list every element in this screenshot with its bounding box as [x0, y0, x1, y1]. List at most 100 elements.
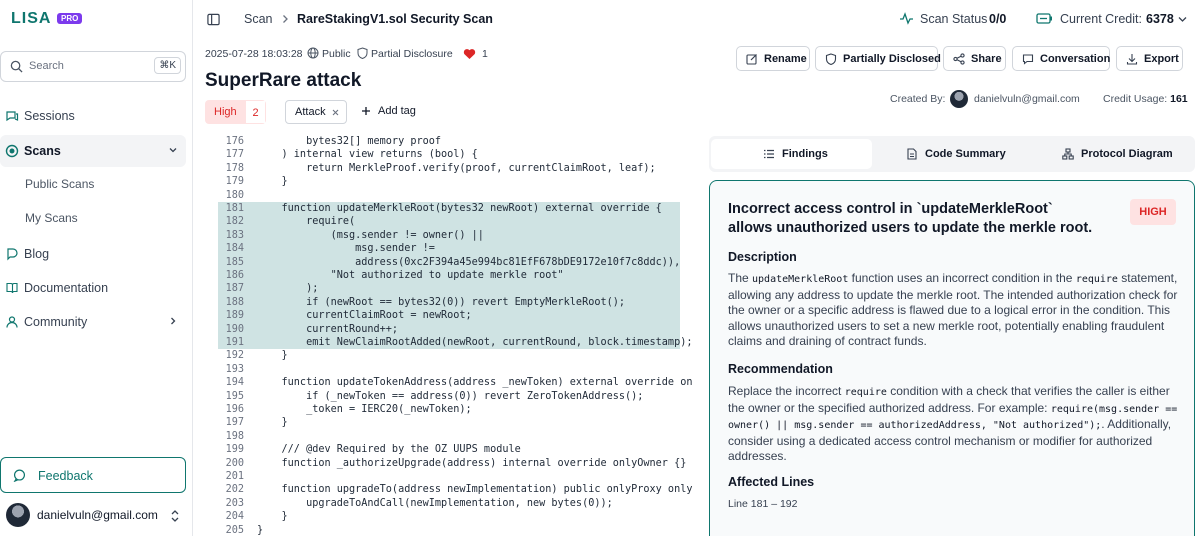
- search-icon: [10, 60, 23, 73]
- line-source: }: [257, 417, 288, 429]
- line-source: function updateTokenAddress(address _new…: [257, 377, 693, 389]
- scan-disclosure: Partial Disclosure: [371, 48, 453, 60]
- sidebar-item-documentation[interactable]: Documentation: [0, 272, 186, 304]
- sidebar-item-scans[interactable]: Scans: [0, 135, 186, 167]
- user-menu[interactable]: danielvuln@gmail.com: [0, 500, 190, 532]
- code-line: 181 function updateMerkleRoot(bytes32 ne…: [218, 202, 680, 216]
- line-source: currentClaimRoot = newRoot;: [257, 310, 472, 322]
- sidebar: LISA PRO Search ⌘K Sessions Scans Public…: [0, 0, 193, 536]
- line-number: 191: [225, 337, 244, 348]
- tab-protocol-diagram[interactable]: Protocol Diagram: [1033, 139, 1193, 169]
- chevron-right-icon[interactable]: [168, 316, 178, 326]
- line-number: 192: [225, 350, 244, 362]
- severity-label: High: [205, 100, 245, 124]
- code-viewer[interactable]: 176 bytes32[] memory proof 177 ) internal…: [218, 133, 693, 536]
- severity-filter[interactable]: High 2: [205, 100, 266, 124]
- code-line: 183 (msg.sender != owner() ||: [218, 228, 680, 243]
- description-mid: function uses an incorrect condition in …: [848, 271, 1076, 285]
- sessions-icon: [6, 111, 19, 122]
- line-source: }: [257, 176, 288, 188]
- code-line: 198: [218, 430, 693, 443]
- chevron-up-down-icon: [171, 510, 179, 522]
- recommendation-pre: Replace the incorrect: [728, 384, 845, 398]
- line-number: 200: [225, 457, 244, 469]
- current-credit-value: 6378: [1146, 12, 1174, 26]
- current-credit-label: Current Credit:: [1060, 12, 1142, 26]
- scan-date: 2025-07-28 18:03:28: [205, 48, 303, 60]
- code-line: 178 return MerkleProof.verify(proof, cur…: [218, 162, 693, 175]
- line-number: 201: [225, 471, 244, 482]
- code-line: 176 bytes32[] memory proof: [218, 135, 693, 148]
- app-logo[interactable]: LISA: [11, 10, 51, 28]
- line-number: 203: [225, 497, 244, 509]
- code-line: 177 ) internal view returns (bool) {: [218, 148, 693, 161]
- conversation-label: Conversation: [1040, 53, 1111, 65]
- line-source: function upgradeTo(address newImplementa…: [257, 484, 693, 496]
- sidebar-item-label: Sessions: [24, 109, 75, 123]
- line-source: function updateMerkleRoot(bytes32 newRoo…: [257, 203, 662, 214]
- code-line: 179 }: [218, 175, 693, 188]
- created-by-label: Created By:: [890, 93, 946, 105]
- conversation-button[interactable]: Conversation: [1012, 46, 1110, 71]
- shield-icon: [825, 53, 837, 65]
- severity-count: 2: [245, 100, 266, 124]
- sidebar-item-label: Documentation: [24, 281, 109, 295]
- document-icon: [907, 148, 917, 160]
- line-source: (msg.sender != owner() ||: [257, 229, 484, 241]
- sidebar-subitem-public-scans[interactable]: Public Scans: [25, 177, 94, 191]
- rename-button[interactable]: Rename: [736, 46, 810, 71]
- line-source: if (_newToken == address(0)) revert Zero…: [257, 390, 644, 402]
- credit-usage: Credit Usage: 161: [1103, 93, 1188, 105]
- scan-meta: 2025-07-28 18:03:28 Public Partial Discl…: [205, 47, 505, 61]
- export-button[interactable]: Export: [1116, 46, 1183, 71]
- code-line: 193: [218, 363, 693, 376]
- share-button[interactable]: Share: [943, 46, 1006, 71]
- code-line: 184 msg.sender !=: [218, 242, 680, 256]
- close-icon[interactable]: [332, 109, 339, 116]
- line-number: 185: [225, 256, 244, 268]
- created-by-email: danielvuln@gmail.com: [974, 93, 1080, 105]
- line-source: }: [257, 524, 264, 536]
- shield-icon: [357, 47, 368, 59]
- sidebar-toggle-icon[interactable]: [207, 13, 220, 26]
- line-number: 205: [225, 524, 244, 536]
- line-number: 181: [225, 203, 244, 214]
- tag-label: Attack: [295, 106, 326, 118]
- line-source: );: [257, 283, 319, 295]
- line-number: 196: [225, 404, 244, 415]
- line-number: 193: [225, 363, 244, 375]
- sidebar-subitem-my-scans[interactable]: My Scans: [25, 211, 78, 225]
- code-line: 200 function _authorizeUpgrade(address) …: [218, 457, 693, 470]
- chevron-down-icon[interactable]: [168, 145, 178, 155]
- sidebar-item-community[interactable]: Community: [0, 306, 186, 338]
- credit-usage-value: 161: [1170, 93, 1188, 105]
- sidebar-item-sessions[interactable]: Sessions: [0, 100, 186, 132]
- line-source: if (newRoot == bytes32(0)) revert EmptyM…: [257, 296, 626, 308]
- breadcrumb-scan[interactable]: Scan: [244, 12, 273, 26]
- code-line: 195 if (_newToken == address(0)) revert …: [218, 390, 693, 403]
- sidebar-item-blog[interactable]: Blog: [0, 238, 186, 270]
- heart-icon[interactable]: [463, 48, 476, 60]
- search-input[interactable]: Search ⌘K: [0, 51, 186, 82]
- line-number: 189: [225, 310, 244, 322]
- code-line: 187 );: [218, 282, 680, 296]
- tab-code-summary[interactable]: Code Summary: [872, 139, 1033, 169]
- credit-usage-label: Credit Usage:: [1103, 93, 1168, 105]
- line-number: 195: [225, 390, 244, 402]
- line-source: address(0xc2F394a45e994bc81EfF678bDE9172…: [257, 256, 681, 268]
- description-code: require: [1075, 274, 1118, 285]
- description-pre: The: [728, 271, 753, 285]
- code-line: 189 currentClaimRoot = newRoot;: [218, 309, 680, 323]
- partially-disclosed-button[interactable]: Partially Disclosed: [815, 46, 941, 71]
- line-number: 182: [225, 216, 244, 228]
- line-source: }: [257, 350, 288, 362]
- line-number: 177: [225, 149, 244, 161]
- tab-findings[interactable]: Findings: [711, 139, 872, 169]
- finding-card: Incorrect access control in `updateMerkl…: [709, 180, 1195, 536]
- line-number: 180: [225, 189, 244, 201]
- feedback-button[interactable]: Feedback: [0, 457, 186, 493]
- line-number: 194: [225, 377, 244, 389]
- line-source: /// @dev Required by the OZ UUPS module: [257, 444, 521, 456]
- code-line: 188 if (newRoot == bytes32(0)) revert Em…: [218, 295, 680, 310]
- blog-icon: [7, 248, 18, 261]
